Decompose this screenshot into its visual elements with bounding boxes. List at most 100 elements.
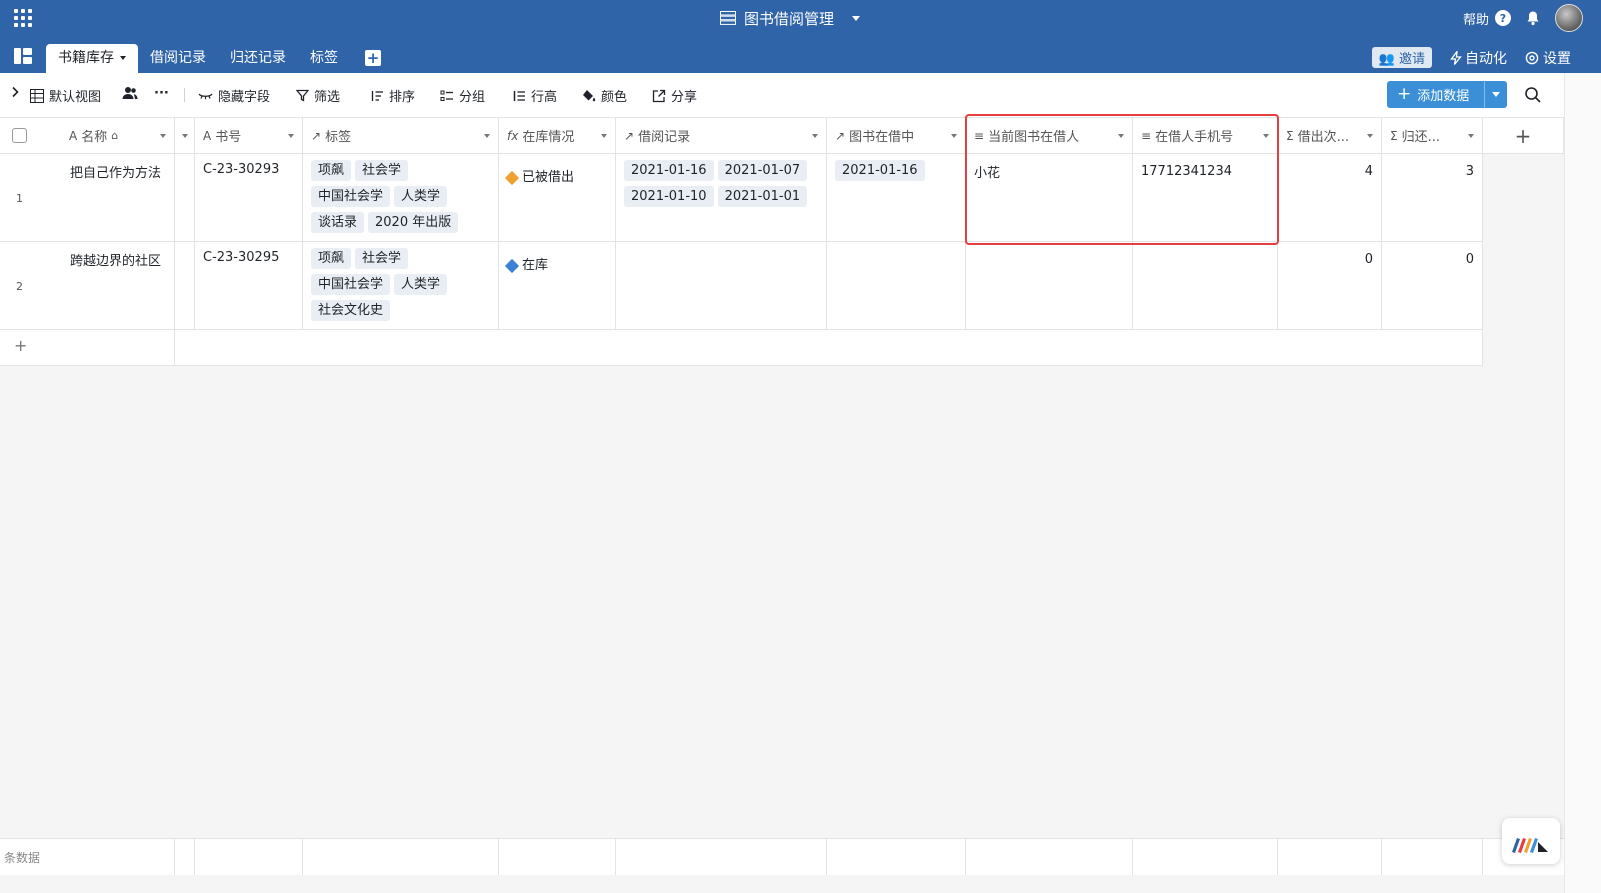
column-title: 标签 xyxy=(325,130,352,145)
tab-book-stock[interactable]: 书籍库存 xyxy=(46,44,138,73)
borrow-records-column-header[interactable]: ↗ 借阅记录 xyxy=(616,118,827,154)
invite-label: 邀请 xyxy=(1398,52,1425,67)
filtered-link-icon: ↗ xyxy=(835,128,846,143)
add-data-main[interactable]: + 添加数据 xyxy=(1387,84,1484,105)
chevron-down-icon[interactable] xyxy=(1118,133,1124,138)
name-column-header[interactable]: A 名称 ⌂ xyxy=(0,118,175,154)
footer-cell[interactable] xyxy=(616,839,827,875)
borrower-phone-cell[interactable] xyxy=(1133,242,1278,330)
in-borrow-cell[interactable] xyxy=(827,242,966,330)
book-no-cell[interactable]: C-23-30295 xyxy=(195,242,303,330)
chevron-down-icon[interactable] xyxy=(160,133,166,138)
current-borrower-cell[interactable] xyxy=(966,242,1133,330)
apps-grid-icon[interactable] xyxy=(14,9,32,27)
book-no-column-header[interactable]: A 书号 xyxy=(195,118,303,154)
chevron-down-icon[interactable] xyxy=(1367,133,1373,138)
footer-cell[interactable] xyxy=(1278,839,1382,875)
group-button[interactable]: 分组 xyxy=(440,86,485,105)
chevron-down-icon[interactable] xyxy=(601,133,607,138)
scrollbar-track[interactable] xyxy=(1564,73,1601,893)
more-icon[interactable]: ··· xyxy=(154,86,169,101)
bell-icon[interactable] xyxy=(1525,10,1541,26)
color-button[interactable]: 颜色 xyxy=(582,86,627,105)
tag-pill: 社会文化史 xyxy=(311,300,391,321)
search-icon[interactable] xyxy=(1524,86,1542,104)
add-data-dropdown[interactable] xyxy=(1484,81,1507,108)
chevron-down-icon[interactable] xyxy=(812,133,818,138)
chevron-down-icon[interactable] xyxy=(1468,133,1474,138)
row-height-button[interactable]: 行高 xyxy=(512,86,557,105)
sort-button[interactable]: 排序 xyxy=(370,86,415,105)
stock-status-cell[interactable]: 在库 xyxy=(499,242,616,330)
row-number: 2 xyxy=(16,280,23,293)
hide-fields-label: 隐藏字段 xyxy=(218,90,271,105)
footer-cell[interactable] xyxy=(1133,839,1278,875)
column-title: 当前图书在借人 xyxy=(988,130,1080,145)
automation-button[interactable]: 自动化 xyxy=(1450,48,1507,68)
chevron-down-icon[interactable] xyxy=(1263,133,1269,138)
sort-icon xyxy=(371,90,383,101)
table-row-2-name[interactable]: 2 跨越边界的社区 xyxy=(0,242,175,330)
tags-cell[interactable]: 项飙 社会学 中国社会学 人类学 谈话录 2020 年出版 xyxy=(303,154,499,242)
brand-logo[interactable] xyxy=(1502,818,1560,864)
chevron-down-icon[interactable] xyxy=(484,133,490,138)
borrower-phone-cell[interactable]: 17712341234 xyxy=(1133,154,1278,242)
footer-cell[interactable] xyxy=(303,839,499,875)
in-borrow-column-header[interactable]: ↗ 图书在借中 xyxy=(827,118,966,154)
expand-sidebar-button[interactable] xyxy=(10,86,20,98)
text-field-icon: A xyxy=(203,128,212,143)
chevron-down-icon[interactable] xyxy=(852,15,861,21)
add-row-button[interactable]: + xyxy=(0,330,175,366)
sigma-icon: Σ xyxy=(1286,128,1294,143)
chevron-down-icon[interactable] xyxy=(951,133,957,138)
footer-cell[interactable] xyxy=(966,839,1133,875)
return-count-column-header[interactable]: Σ 归还... xyxy=(1382,118,1483,154)
footer-cell[interactable] xyxy=(195,839,303,875)
add-tab-button[interactable]: + xyxy=(365,50,381,66)
borrow-count-cell[interactable]: 0 xyxy=(1278,242,1382,330)
filter-button[interactable]: 筛选 xyxy=(296,86,340,105)
stock-status-column-header[interactable]: fx 在库情况 xyxy=(499,118,616,154)
footer-cell[interactable] xyxy=(827,839,966,875)
footer-cell[interactable] xyxy=(0,839,175,875)
borrow-records-cell[interactable] xyxy=(616,242,827,330)
current-borrower-column-header[interactable]: ≡ 当前图书在借人 xyxy=(966,118,1133,154)
tab-tags[interactable]: 标签 xyxy=(298,44,350,73)
return-count-cell[interactable]: 3 xyxy=(1382,154,1483,242)
invite-button[interactable]: 👥 邀请 xyxy=(1371,47,1432,68)
tab-return-records[interactable]: 归还记录 xyxy=(218,44,298,73)
layout-icon[interactable] xyxy=(14,48,32,64)
select-all-checkbox[interactable] xyxy=(12,128,27,143)
add-data-button[interactable]: + 添加数据 xyxy=(1387,81,1507,108)
footer-cell[interactable] xyxy=(499,839,616,875)
help-button[interactable]: 帮助 ? xyxy=(1463,9,1511,28)
borrow-count-column-header[interactable]: Σ 借出次... xyxy=(1278,118,1382,154)
hide-fields-button[interactable]: 隐藏字段 xyxy=(198,86,270,105)
tags-column-header[interactable]: ↗ 标签 xyxy=(303,118,499,154)
frozen-divider[interactable] xyxy=(175,118,195,154)
app-title-area[interactable]: 图书借阅管理 xyxy=(720,6,861,30)
return-count-cell[interactable]: 0 xyxy=(1382,242,1483,330)
view-selector[interactable]: 默认视图 xyxy=(30,86,101,105)
tags-cell[interactable]: 项飙 社会学 中国社会学 人类学 社会文化史 xyxy=(303,242,499,330)
tab-label: 归还记录 xyxy=(230,50,286,66)
settings-button[interactable]: 设置 xyxy=(1525,48,1571,68)
plus-icon: + xyxy=(1397,84,1412,104)
tab-borrow-records[interactable]: 借阅记录 xyxy=(138,44,218,73)
add-row-area[interactable] xyxy=(175,330,1483,366)
tag-pill: 人类学 xyxy=(394,186,448,207)
borrow-count-cell[interactable]: 4 xyxy=(1278,154,1382,242)
current-borrower-cell[interactable]: 小花 xyxy=(966,154,1133,242)
table-row-1-name[interactable]: 1 把自己作为方法 xyxy=(0,154,175,242)
borrow-records-cell[interactable]: 2021-01-16 2021-01-07 2021-01-10 2021-01-0… xyxy=(616,154,827,242)
collaborators-button[interactable] xyxy=(122,86,138,100)
stock-status-cell[interactable]: 已被借出 xyxy=(499,154,616,242)
share-button[interactable]: 分享 xyxy=(652,86,697,105)
avatar[interactable] xyxy=(1555,4,1583,32)
borrower-phone-column-header[interactable]: ≡ 在借人手机号 xyxy=(1133,118,1278,154)
footer-cell[interactable] xyxy=(1382,839,1483,875)
book-no-cell[interactable]: C-23-30293 xyxy=(195,154,303,242)
in-borrow-cell[interactable]: 2021-01-16 xyxy=(827,154,966,242)
chevron-down-icon[interactable] xyxy=(288,133,294,138)
add-column-button[interactable]: + xyxy=(1483,118,1564,154)
